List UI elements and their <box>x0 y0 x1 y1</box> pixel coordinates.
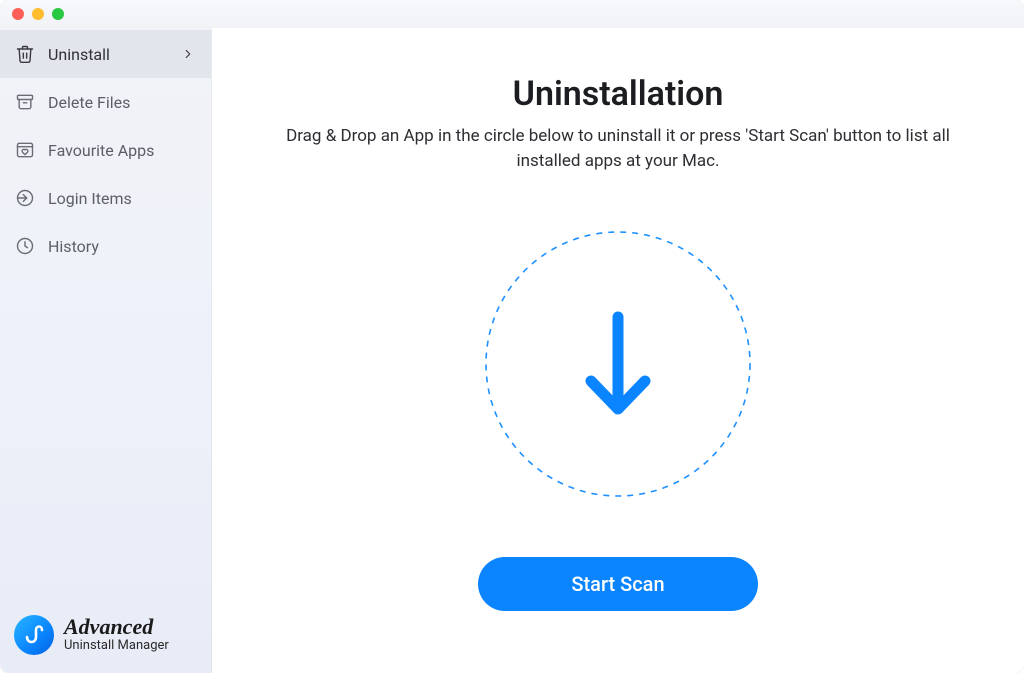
window-maximize-button[interactable] <box>52 8 64 20</box>
brand-subtitle: Uninstall Manager <box>64 638 169 654</box>
sidebar-item-label: History <box>48 237 99 256</box>
dropzone-ring-icon <box>483 229 753 499</box>
app-window: Uninstall Delet <box>0 0 1024 673</box>
archive-icon <box>14 91 36 113</box>
dropzone[interactable] <box>483 229 753 499</box>
brand-title: Advanced <box>64 616 169 638</box>
sidebar: Uninstall Delet <box>0 28 212 673</box>
brand: Advanced Uninstall Manager <box>0 603 211 673</box>
titlebar <box>0 0 1024 28</box>
brand-logo-icon <box>14 615 54 655</box>
page-subtitle: Drag & Drop an App in the circle below t… <box>268 124 968 173</box>
heart-box-icon <box>14 139 36 161</box>
login-arrow-icon <box>14 187 36 209</box>
main-panel: Uninstallation Drag & Drop an App in the… <box>212 28 1024 673</box>
start-scan-button[interactable]: Start Scan <box>478 557 758 611</box>
sidebar-item-delete-files[interactable]: Delete Files <box>0 78 211 126</box>
window-minimize-button[interactable] <box>32 8 44 20</box>
sidebar-item-uninstall[interactable]: Uninstall <box>0 30 211 78</box>
chevron-right-icon <box>179 45 197 63</box>
trash-icon <box>14 43 36 65</box>
sidebar-item-login-items[interactable]: Login Items <box>0 174 211 222</box>
page-title: Uninstallation <box>513 74 724 114</box>
sidebar-item-label: Delete Files <box>48 93 130 112</box>
sidebar-item-history[interactable]: History <box>0 222 211 270</box>
brand-text: Advanced Uninstall Manager <box>64 616 169 654</box>
window-close-button[interactable] <box>12 8 24 20</box>
sidebar-list: Uninstall Delet <box>0 28 211 603</box>
clock-icon <box>14 235 36 257</box>
sidebar-item-label: Login Items <box>48 189 132 208</box>
sidebar-item-label: Favourite Apps <box>48 141 154 160</box>
body: Uninstall Delet <box>0 28 1024 673</box>
sidebar-item-label: Uninstall <box>48 45 110 64</box>
sidebar-item-favourite-apps[interactable]: Favourite Apps <box>0 126 211 174</box>
